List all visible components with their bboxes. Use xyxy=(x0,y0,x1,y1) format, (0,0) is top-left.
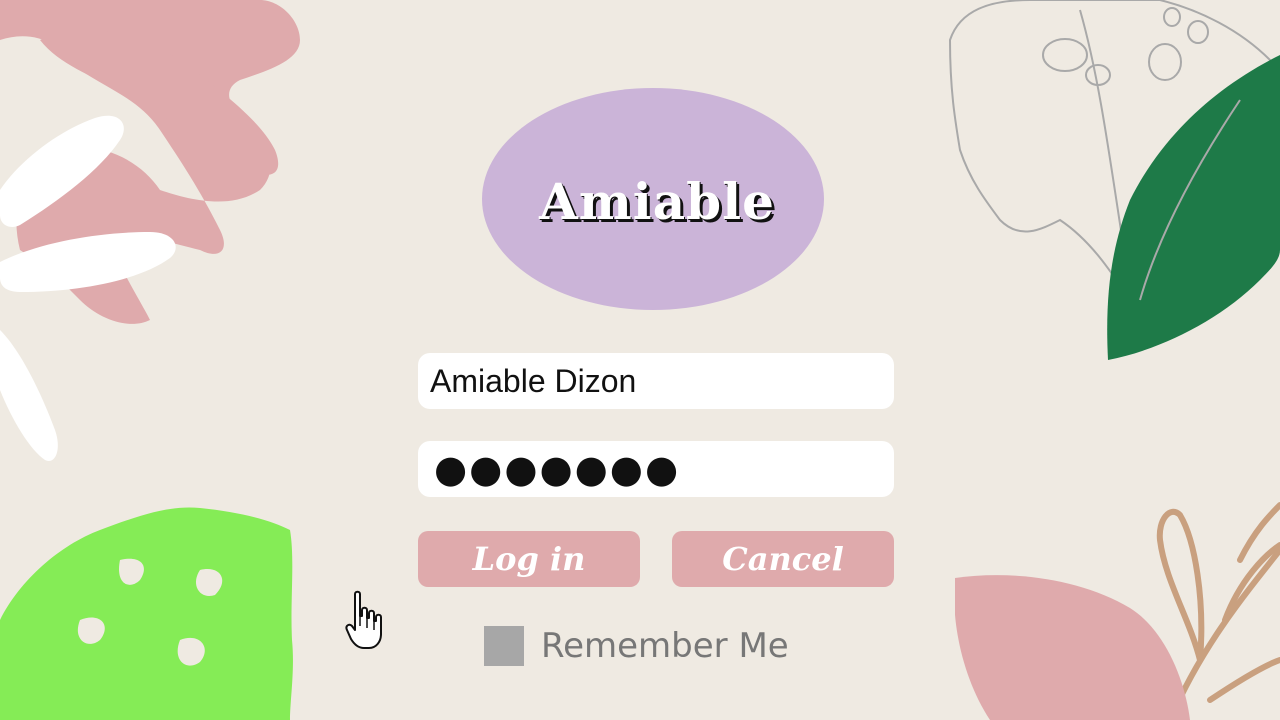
cancel-button[interactable]: Cancel xyxy=(672,531,894,587)
login-button-label: Log in xyxy=(472,540,586,578)
logo-badge: Amiable xyxy=(482,88,824,310)
username-field[interactable]: Amiable Dizon xyxy=(418,353,894,409)
pink-leaf-bottom-right xyxy=(955,575,1190,720)
login-button[interactable]: Log in xyxy=(418,531,640,587)
remember-me-label: Remember Me xyxy=(541,626,789,666)
password-field[interactable]: ●●●●●●● xyxy=(418,441,894,497)
hand-pointer-icon xyxy=(345,590,382,649)
cancel-button-label: Cancel xyxy=(722,540,844,578)
logo-text: Amiable xyxy=(539,171,775,231)
green-monstera-leaf xyxy=(0,507,293,720)
remember-me-row[interactable]: Remember Me xyxy=(484,624,789,668)
username-value: Amiable Dizon xyxy=(430,362,637,399)
remember-me-checkbox[interactable] xyxy=(484,626,524,666)
password-mask: ●●●●●●● xyxy=(434,447,681,491)
dark-green-leaf xyxy=(1107,55,1280,360)
white-leaf-left-3 xyxy=(0,330,58,461)
